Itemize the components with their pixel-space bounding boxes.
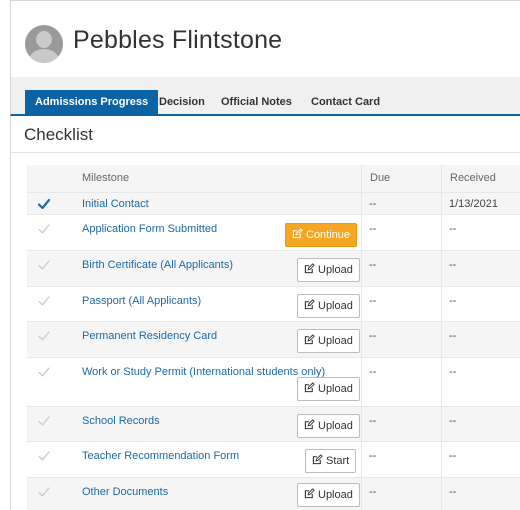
tab-admissions-progress[interactable]: Admissions Progress [25, 90, 159, 114]
checklist-header: Checklist [11, 116, 520, 153]
received-date: -- [449, 486, 457, 498]
milestone-link[interactable]: Other Documents [82, 486, 168, 498]
checklist-title: Checklist [24, 125, 93, 144]
received-date: -- [449, 295, 457, 307]
due-date: -- [369, 366, 377, 378]
table-row: Application Form Submitted -- -- Continue [27, 214, 520, 250]
upload-button[interactable]: Upload [297, 377, 360, 401]
table-row: Other Documents -- -- Upload [27, 477, 520, 510]
upload-button[interactable]: Upload [297, 258, 360, 282]
button-label: Upload [318, 489, 353, 501]
due-date: -- [369, 295, 377, 307]
checkmark-outline-icon [38, 367, 50, 377]
milestone-link[interactable]: Teacher Recommendation Form [82, 450, 239, 462]
milestone-link[interactable]: School Records [82, 415, 160, 427]
button-label: Start [326, 455, 350, 467]
received-date: -- [449, 330, 457, 342]
continue-button[interactable]: Continue [285, 223, 358, 247]
due-date: -- [369, 415, 377, 427]
column-header-milestone: Milestone [82, 172, 130, 184]
upload-button[interactable]: Upload [297, 483, 360, 507]
column-header-due: Due [361, 165, 390, 192]
milestone-link[interactable]: Application Form Submitted [82, 223, 217, 235]
button-label: Upload [318, 420, 353, 432]
table-row: Birth Certificate (All Applicants) -- -- Up… [27, 250, 520, 286]
button-label: Upload [318, 300, 353, 312]
checkmark-outline-icon [38, 296, 50, 306]
table-row: Work or Study Permit (International stud… [27, 357, 520, 406]
table-row: Passport (All Applicants) -- -- Upload [27, 286, 520, 321]
received-date: -- [449, 415, 457, 427]
checkmark-outline-icon [38, 487, 50, 497]
table-row: School Records -- -- Upload [27, 406, 520, 441]
checklist-panel: Checklist Milestone Due Received Initial… [10, 116, 520, 510]
edit-icon [304, 488, 315, 499]
button-label: Upload [318, 335, 353, 347]
checkmark-outline-icon [38, 224, 50, 234]
milestone-link[interactable]: Work or Study Permit (International stud… [82, 366, 325, 378]
start-button[interactable]: Start [305, 449, 357, 473]
tab-contact-card[interactable]: Contact Card [301, 90, 390, 114]
upload-button[interactable]: Upload [297, 414, 360, 438]
upload-button[interactable]: Upload [297, 294, 360, 318]
button-label: Continue [306, 229, 351, 241]
checkmark-outline-icon [38, 451, 50, 461]
checkmark-outline-icon [38, 260, 50, 270]
edit-icon [304, 299, 315, 310]
tab-bar: Admissions Progress Decision Official No… [10, 77, 520, 116]
table-header: Milestone Due Received [27, 165, 520, 192]
tab-official-notes[interactable]: Official Notes [211, 90, 302, 114]
avatar [25, 25, 63, 63]
button-label: Upload [318, 264, 353, 276]
edit-icon [312, 454, 323, 465]
checkmark-outline-icon [38, 331, 50, 341]
received-date: -- [449, 366, 457, 378]
due-date: -- [369, 259, 377, 271]
edit-icon [304, 382, 315, 393]
table-row: Initial Contact -- 1/13/2021 [27, 192, 520, 214]
checkmark-icon [37, 198, 51, 210]
due-date: -- [369, 486, 377, 498]
due-date: -- [369, 198, 377, 210]
tab-decision[interactable]: Decision [149, 90, 215, 114]
checkmark-outline-icon [38, 416, 50, 426]
due-date: -- [369, 330, 377, 342]
edit-icon [304, 419, 315, 430]
milestone-link[interactable]: Permanent Residency Card [82, 330, 217, 342]
table-row: Permanent Residency Card -- -- Upload [27, 321, 520, 357]
edit-icon [304, 334, 315, 345]
milestone-link[interactable]: Birth Certificate (All Applicants) [82, 259, 233, 271]
applicant-name: Pebbles Flintstone [73, 26, 283, 54]
received-date: 1/13/2021 [449, 198, 498, 210]
edit-icon [304, 263, 315, 274]
column-header-received: Received [441, 165, 496, 192]
edit-icon [292, 228, 303, 239]
received-date: -- [449, 223, 457, 235]
button-label: Upload [318, 383, 353, 395]
due-date: -- [369, 223, 377, 235]
upload-button[interactable]: Upload [297, 329, 360, 353]
received-date: -- [449, 450, 457, 462]
table-row: Teacher Recommendation Form -- -- Start [27, 441, 520, 477]
due-date: -- [369, 450, 377, 462]
milestone-link[interactable]: Initial Contact [82, 198, 149, 210]
milestone-link[interactable]: Passport (All Applicants) [82, 295, 201, 307]
received-date: -- [449, 259, 457, 271]
